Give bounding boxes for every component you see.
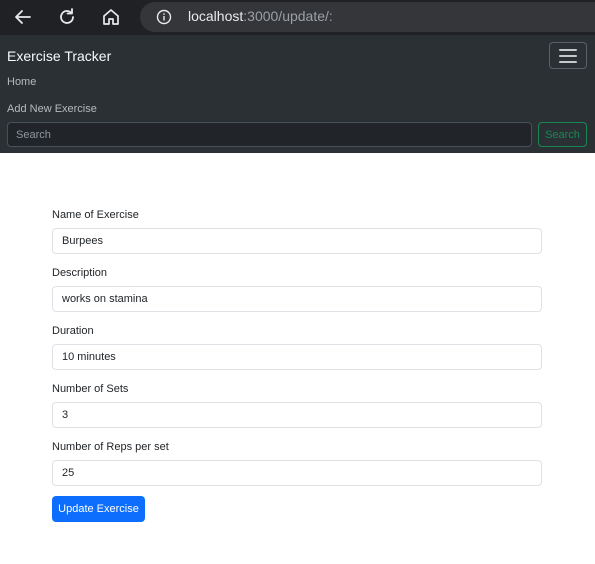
- field-reps: Number of Reps per set: [52, 440, 542, 486]
- search-input[interactable]: [7, 122, 532, 147]
- field-duration: Duration: [52, 324, 542, 370]
- field-label-duration: Duration: [52, 325, 94, 337]
- field-label-sets: Number of Sets: [52, 383, 129, 395]
- reps-input[interactable]: [52, 460, 542, 486]
- nav-link-add-exercise[interactable]: Add New Exercise: [7, 103, 97, 115]
- field-label-reps: Number of Reps per set: [52, 441, 169, 453]
- update-exercise-form: Name of Exercise Description Duration Nu…: [52, 208, 542, 522]
- navbar-brand[interactable]: Exercise Tracker: [7, 48, 111, 64]
- sets-input[interactable]: [52, 402, 542, 428]
- url-path: :3000/update/:: [243, 8, 333, 24]
- url-text: localhost:3000/update/:: [188, 8, 333, 24]
- description-input[interactable]: [52, 286, 542, 312]
- browser-toolbar: localhost:3000/update/:: [0, 0, 595, 35]
- address-bar[interactable]: localhost:3000/update/:: [140, 2, 595, 32]
- exercise-name-input[interactable]: [52, 228, 542, 254]
- field-name: Name of Exercise: [52, 208, 542, 254]
- update-exercise-button[interactable]: Update Exercise: [52, 496, 145, 522]
- url-host: localhost: [188, 8, 244, 24]
- back-icon[interactable]: [8, 2, 38, 32]
- hamburger-icon-line: [559, 60, 577, 63]
- app-navbar: Exercise Tracker Home Add New Exercise S…: [0, 35, 595, 153]
- hamburger-icon-line: [559, 48, 577, 51]
- field-sets: Number of Sets: [52, 382, 542, 428]
- navbar-toggler-button[interactable]: [549, 42, 587, 69]
- field-description: Description: [52, 266, 542, 312]
- hamburger-icon-line: [559, 54, 577, 57]
- search-button[interactable]: Search: [538, 122, 587, 147]
- duration-input[interactable]: [52, 344, 542, 370]
- field-label-name: Name of Exercise: [52, 209, 139, 221]
- home-icon[interactable]: [96, 2, 126, 32]
- info-icon[interactable]: [156, 9, 172, 25]
- nav-link-home[interactable]: Home: [7, 76, 36, 88]
- field-label-description: Description: [52, 267, 108, 279]
- reload-icon[interactable]: [52, 2, 82, 32]
